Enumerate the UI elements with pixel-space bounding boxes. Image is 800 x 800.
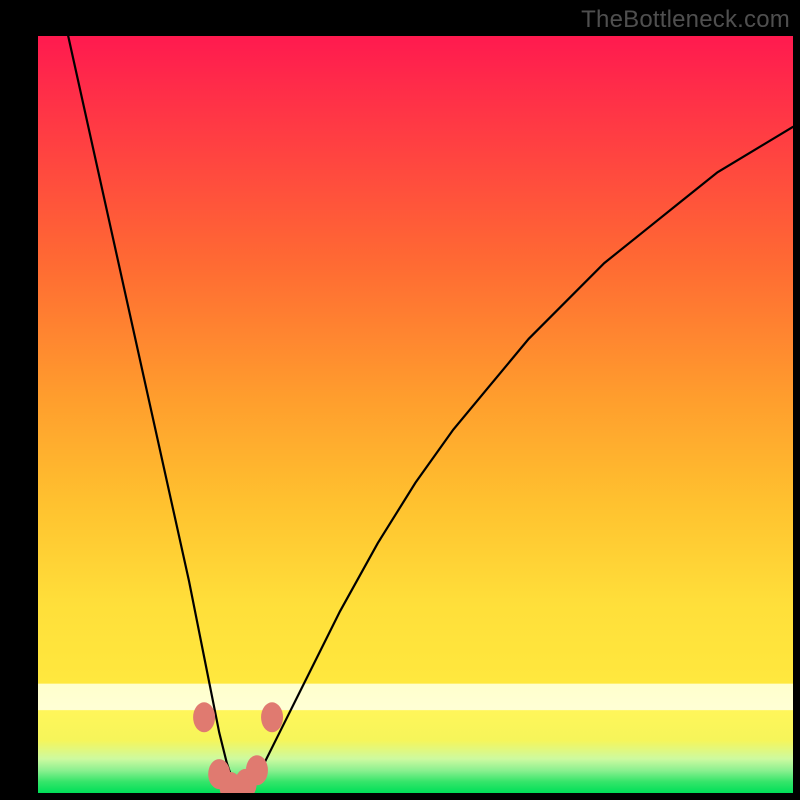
curve-marker xyxy=(193,702,215,732)
chart-svg xyxy=(38,36,793,793)
plot-area xyxy=(38,36,793,793)
chart-frame: TheBottleneck.com xyxy=(0,0,800,800)
watermark-text: TheBottleneck.com xyxy=(581,6,790,34)
curve-marker xyxy=(246,755,268,785)
curve-marker xyxy=(261,702,283,732)
